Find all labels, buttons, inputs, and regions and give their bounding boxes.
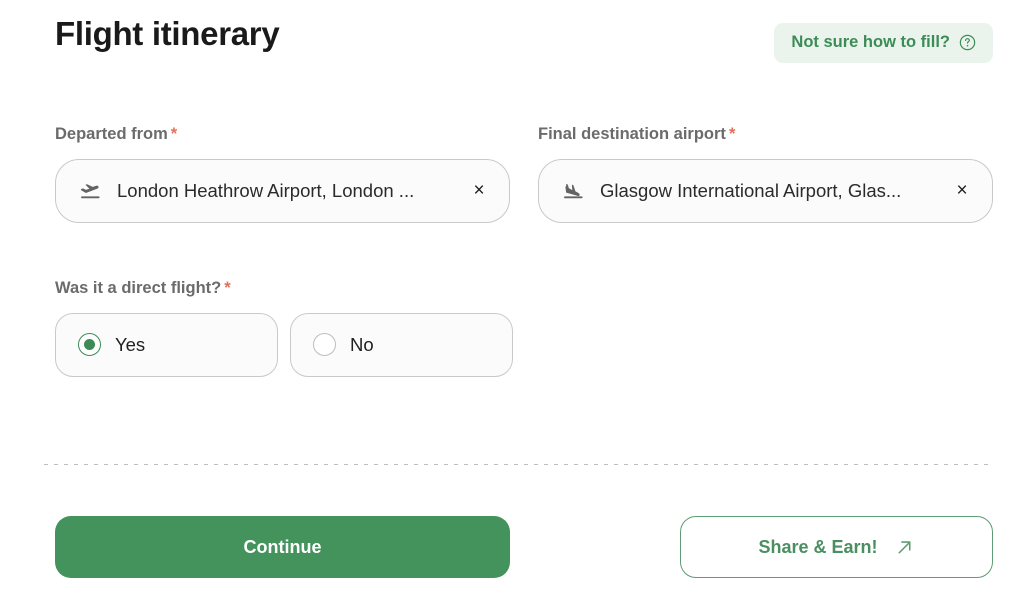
arrow-up-right-icon — [894, 537, 915, 558]
plane-takeoff-icon — [77, 179, 105, 203]
destination-input[interactable]: Glasgow International Airport, Glas... × — [538, 158, 993, 223]
radio-icon-selected — [78, 333, 101, 356]
destination-label: Final destination airport * — [538, 126, 993, 143]
radio-label-yes: Yes — [115, 333, 146, 355]
destination-clear-button[interactable]: × — [949, 178, 975, 204]
share-earn-button[interactable]: Share & Earn! — [680, 516, 993, 578]
departure-field-group: Departed from * London Heathrow Airport, … — [55, 126, 510, 223]
radio-option-yes[interactable]: Yes — [55, 312, 278, 377]
section-divider — [44, 464, 989, 465]
departure-input[interactable]: London Heathrow Airport, London ... × — [55, 158, 510, 223]
direct-flight-label: Was it a direct flight? * — [55, 280, 513, 297]
radio-option-no[interactable]: No — [290, 312, 513, 377]
page-header: Flight itinerary Not sure how to fill? — [55, 14, 993, 68]
plane-landing-icon — [560, 179, 588, 203]
destination-label-text: Final destination airport — [538, 125, 726, 143]
help-button[interactable]: Not sure how to fill? — [774, 23, 993, 63]
destination-value: Glasgow International Airport, Glas... — [600, 179, 902, 201]
departure-clear-button[interactable]: × — [466, 178, 492, 204]
departure-label-text: Departed from — [55, 125, 168, 143]
share-earn-label: Share & Earn! — [758, 536, 878, 557]
departure-label: Departed from * — [55, 126, 510, 143]
help-button-label: Not sure how to fill? — [791, 33, 950, 51]
departure-value: London Heathrow Airport, London ... — [117, 179, 415, 201]
radio-label-no: No — [350, 333, 374, 355]
airport-fields: Departed from * London Heathrow Airport, … — [55, 126, 993, 223]
question-circle-icon — [959, 34, 976, 51]
destination-field-group: Final destination airport * Glasgow Inter… — [538, 126, 993, 223]
direct-flight-label-text: Was it a direct flight? — [55, 279, 222, 297]
direct-flight-options: Yes No — [55, 312, 513, 377]
page-title: Flight itinerary — [55, 15, 280, 52]
required-asterisk: * — [728, 125, 736, 143]
radio-icon-unselected — [313, 333, 336, 356]
direct-flight-group: Was it a direct flight? * Yes No — [55, 280, 513, 377]
flight-itinerary-form: Flight itinerary Not sure how to fill? D… — [0, 0, 1024, 594]
required-asterisk: * — [224, 279, 231, 297]
footer-actions: Continue Share & Earn! — [55, 516, 993, 578]
required-asterisk: * — [170, 125, 178, 143]
continue-button[interactable]: Continue — [55, 516, 510, 578]
